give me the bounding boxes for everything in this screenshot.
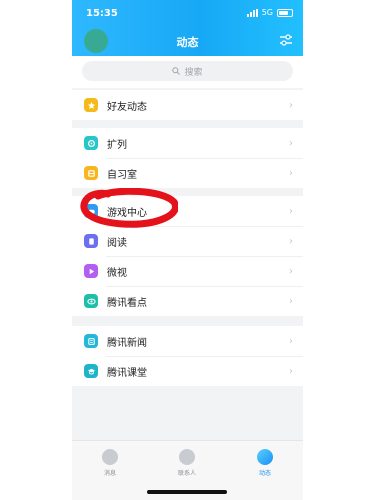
list-item-label: 微视 <box>107 267 127 279</box>
settings-sliders-icon[interactable] <box>279 34 293 46</box>
list-item-game-center[interactable]: 游戏中心 › <box>72 196 303 226</box>
list-item-expand[interactable]: 扩列 › <box>72 128 303 158</box>
tab-contacts[interactable]: 联系人 <box>167 449 207 477</box>
list-item-news[interactable]: 腾讯新闻 › <box>72 326 303 356</box>
phone-screen: 15:35 5G 动态 搜索 好友动态 › 扩列 › 自习室 › 游戏中心 › … <box>72 0 303 500</box>
list-item-label: 阅读 <box>107 237 127 249</box>
tab-messages[interactable]: 消息 <box>90 449 130 477</box>
reading-icon <box>84 234 98 248</box>
messages-icon <box>102 449 118 465</box>
group-entertainment: 游戏中心 › 阅读 › 微视 › 腾讯看点 › <box>72 196 303 316</box>
tab-label: 联系人 <box>177 470 196 477</box>
tab-moments[interactable]: 动态 <box>245 449 285 477</box>
chevron-right-icon: › <box>289 235 293 247</box>
chevron-right-icon: › <box>289 167 293 179</box>
list-item-friends-feed[interactable]: 好友动态 › <box>72 90 303 120</box>
home-indicator <box>147 490 227 494</box>
tab-label: 动态 <box>258 470 271 477</box>
status-time: 15:35 <box>86 8 118 19</box>
network-type: 5G <box>261 8 273 17</box>
page-title: 动态 <box>176 36 199 49</box>
list-item-weishi[interactable]: 微视 › <box>72 256 303 286</box>
list-item-label: 腾讯新闻 <box>107 337 147 349</box>
list-item-label: 腾讯课堂 <box>107 367 147 379</box>
search-bar[interactable]: 搜索 <box>82 61 293 81</box>
battery-icon <box>277 8 293 17</box>
search-area: 搜索 <box>72 56 303 88</box>
chevron-right-icon: › <box>289 365 293 377</box>
list-item-study-room[interactable]: 自习室 › <box>72 158 303 188</box>
tab-label: 消息 <box>103 470 116 477</box>
kandian-icon <box>84 294 98 308</box>
list-item-label: 扩列 <box>107 139 127 151</box>
group-tencent-services: 腾讯新闻 › 腾讯课堂 › <box>72 326 303 386</box>
search-placeholder: 搜索 <box>184 67 203 78</box>
game-center-icon <box>84 204 98 218</box>
search-icon <box>172 67 181 75</box>
study-room-icon <box>84 166 98 180</box>
chevron-right-icon: › <box>289 265 293 277</box>
list-item-label: 自习室 <box>107 169 137 181</box>
top-header: 15:35 5G 动态 <box>72 0 303 56</box>
classroom-icon <box>84 364 98 378</box>
chevron-right-icon: › <box>289 335 293 347</box>
contacts-icon <box>179 449 195 465</box>
weishi-icon <box>84 264 98 278</box>
news-icon <box>84 334 98 348</box>
moments-icon <box>257 449 273 465</box>
list-item-classroom[interactable]: 腾讯课堂 › <box>72 356 303 386</box>
status-indicators: 5G <box>246 8 293 17</box>
list-item-kandian[interactable]: 腾讯看点 › <box>72 286 303 316</box>
chevron-right-icon: › <box>289 137 293 149</box>
group-friends: 好友动态 › <box>72 90 303 120</box>
list-item-label: 腾讯看点 <box>107 297 147 309</box>
list-item-label: 游戏中心 <box>107 207 147 219</box>
signal-icon <box>246 8 258 17</box>
chevron-right-icon: › <box>289 295 293 307</box>
list-item-label: 好友动态 <box>107 101 147 113</box>
friends-star-icon <box>84 98 98 112</box>
group-social: 扩列 › 自习室 › <box>72 128 303 188</box>
chevron-right-icon: › <box>289 99 293 111</box>
expand-list-icon <box>84 136 98 150</box>
list-item-reading[interactable]: 阅读 › <box>72 226 303 256</box>
chevron-right-icon: › <box>289 205 293 217</box>
